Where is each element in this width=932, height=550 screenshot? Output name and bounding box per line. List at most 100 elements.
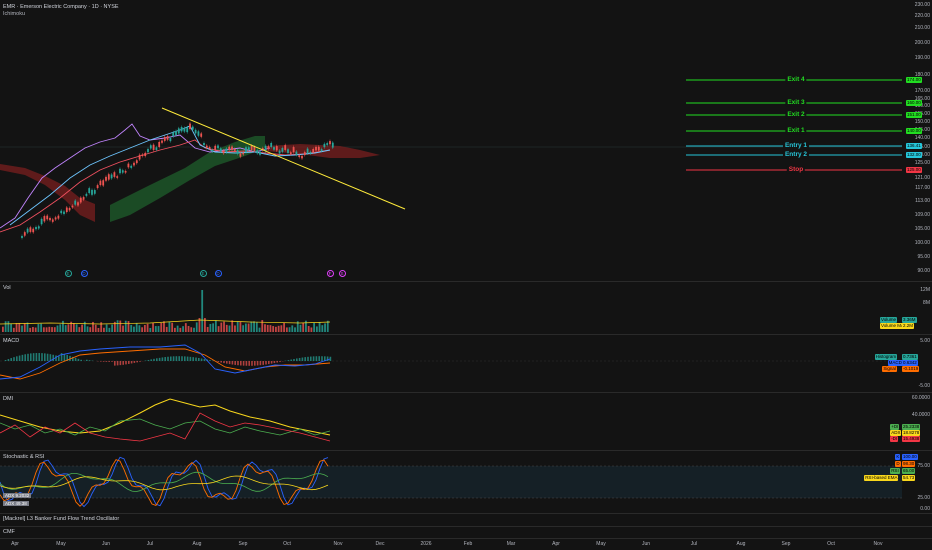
macd-hist-bar: [116, 361, 119, 366]
volume-bar: [48, 326, 51, 332]
volume-scale[interactable]: 12M 8M 3.36M 2.2M: [902, 282, 932, 334]
candle-body: [49, 218, 51, 221]
volume-bar: [228, 325, 231, 332]
macd-hist-bar: [125, 361, 127, 365]
volume-bar: [32, 327, 34, 332]
macd-hist-bar: [189, 356, 192, 361]
volume-bar: [51, 327, 53, 332]
macd-scale[interactable]: 5.00 -5.00 0.7361 0.6342 -0.1019: [902, 335, 932, 392]
banker-pane[interactable]: [Mackrel] L3 Banker Fund Flow Trend Osci…: [0, 514, 902, 526]
price-tick: 200.00: [914, 40, 930, 46]
volume-bar: [86, 326, 89, 332]
volume-bar: [92, 321, 94, 332]
candle-body: [186, 127, 189, 133]
candle-body: [331, 142, 334, 148]
time-axis[interactable]: Apr May Jun Jul Aug Sep Oct Nov Dec 2026 Feb Mar Apr…: [0, 538, 902, 550]
volume-bar: [264, 324, 266, 332]
volume-bar: [315, 326, 318, 332]
dmi-pane[interactable]: DMI +DI ADX -DI: [0, 393, 902, 450]
macd-hist-bar: [276, 361, 278, 363]
event-marker-icon[interactable]: D: [214, 270, 222, 277]
macd-hist-bar: [86, 359, 88, 361]
volume-bar: [258, 327, 261, 332]
candle-body: [231, 146, 233, 151]
level-tag-6: 125.00: [906, 167, 922, 173]
candle-body: [107, 174, 110, 180]
macd-pane[interactable]: MACD Histogram MACD Signal: [0, 335, 903, 392]
candle-body: [96, 185, 99, 189]
candle-body: [323, 143, 326, 148]
volume-bar: [62, 320, 64, 332]
dmi-scale[interactable]: 60.0000 40.0000 25.2338 18.8278 15.4938: [902, 393, 932, 450]
candle-body: [253, 146, 256, 151]
candle-body: [289, 152, 292, 155]
volume-bar: [250, 321, 253, 332]
candle-body: [133, 162, 135, 166]
candle-body: [175, 130, 177, 136]
candle-body: [191, 126, 194, 130]
candle-body: [65, 207, 68, 213]
volume-bar: [234, 325, 236, 332]
stoch-rsi-pane[interactable]: Stochastic & RSI ADX 9.2032 ADX 49.38 KD…: [0, 451, 902, 513]
price-tick: 230.00: [914, 2, 930, 8]
event-marker-icon[interactable]: E: [64, 270, 72, 277]
event-marker-icon[interactable]: S: [338, 270, 346, 277]
macd-hist-bar: [307, 356, 309, 361]
volume-bar: [45, 327, 48, 332]
macd-hist-bar: [301, 357, 304, 361]
volume-bar: [119, 320, 122, 332]
candle-body: [141, 154, 144, 156]
event-marker-icon[interactable]: D: [80, 270, 88, 277]
volume-bar: [15, 323, 18, 332]
stoch-legend-label: RSI-based EMA: [864, 475, 899, 481]
macd-hist-bar: [245, 361, 248, 366]
macd-hist-bar: [32, 353, 35, 361]
volume-bar: [72, 323, 75, 332]
volume-bar: [288, 327, 291, 332]
time-axis-label: Nov: [873, 541, 883, 547]
candle-body: [46, 215, 49, 220]
price-pane[interactable]: EMR · Emerson Electric Company · 1D · NY…: [0, 0, 902, 281]
candle-body: [284, 145, 287, 150]
price-tick: 90.00: [917, 268, 930, 274]
macd-hist-bar: [7, 359, 10, 361]
macd-hist-bar: [24, 354, 26, 361]
macd-hist-bar: [226, 361, 228, 364]
price-chart[interactable]: [0, 0, 902, 281]
macd-hist-bar: [184, 356, 186, 361]
volume-bar: [214, 320, 217, 332]
candle-body: [51, 219, 54, 222]
level-tag-3: 140.00: [906, 128, 922, 134]
macd-hist-bar: [220, 361, 222, 363]
volume-bar: [103, 327, 105, 332]
candle-body: [177, 128, 180, 134]
volume-bar: [37, 324, 40, 332]
stoch-legend-value: 98.30: [902, 461, 916, 467]
stoch-tick: 0.00: [920, 506, 930, 512]
macd-hist-bar: [167, 356, 169, 361]
event-marker-icon[interactable]: F: [326, 270, 334, 277]
macd-hist-bar: [270, 361, 273, 364]
time-axis-label: Apr: [552, 541, 560, 547]
cmf-pane[interactable]: CMF: [0, 527, 902, 538]
volume-bar: [42, 327, 45, 332]
volume-bars: [2, 290, 329, 332]
volume-bar: [171, 322, 174, 332]
candle-body: [161, 140, 163, 143]
macd-hist-bar: [234, 361, 236, 365]
volume-bar: [313, 322, 316, 332]
volume-bar: [94, 324, 97, 332]
macd-hist-bar: [228, 361, 231, 365]
stoch-scale[interactable]: 75.00 25.00 0.00 100.00 98.30 65.00 54.73: [902, 451, 932, 513]
adx-overlay-label-1: ADX 9.2032: [3, 493, 32, 498]
candle-body: [189, 123, 191, 129]
volume-pane[interactable]: Vol Volume Volume MA: [0, 282, 906, 334]
macd-hist-bar: [80, 359, 82, 361]
price-scale[interactable]: 230.00 220.00 210.00 200.00 190.00 180.00 170.…: [902, 0, 932, 281]
macd-hist-bar: [181, 356, 183, 361]
macd-hist-bar: [242, 361, 245, 366]
volume-bar: [201, 290, 204, 332]
macd-hist-bar: [298, 357, 301, 361]
event-marker-icon[interactable]: E: [199, 270, 207, 277]
macd-hist-bar: [58, 356, 60, 361]
